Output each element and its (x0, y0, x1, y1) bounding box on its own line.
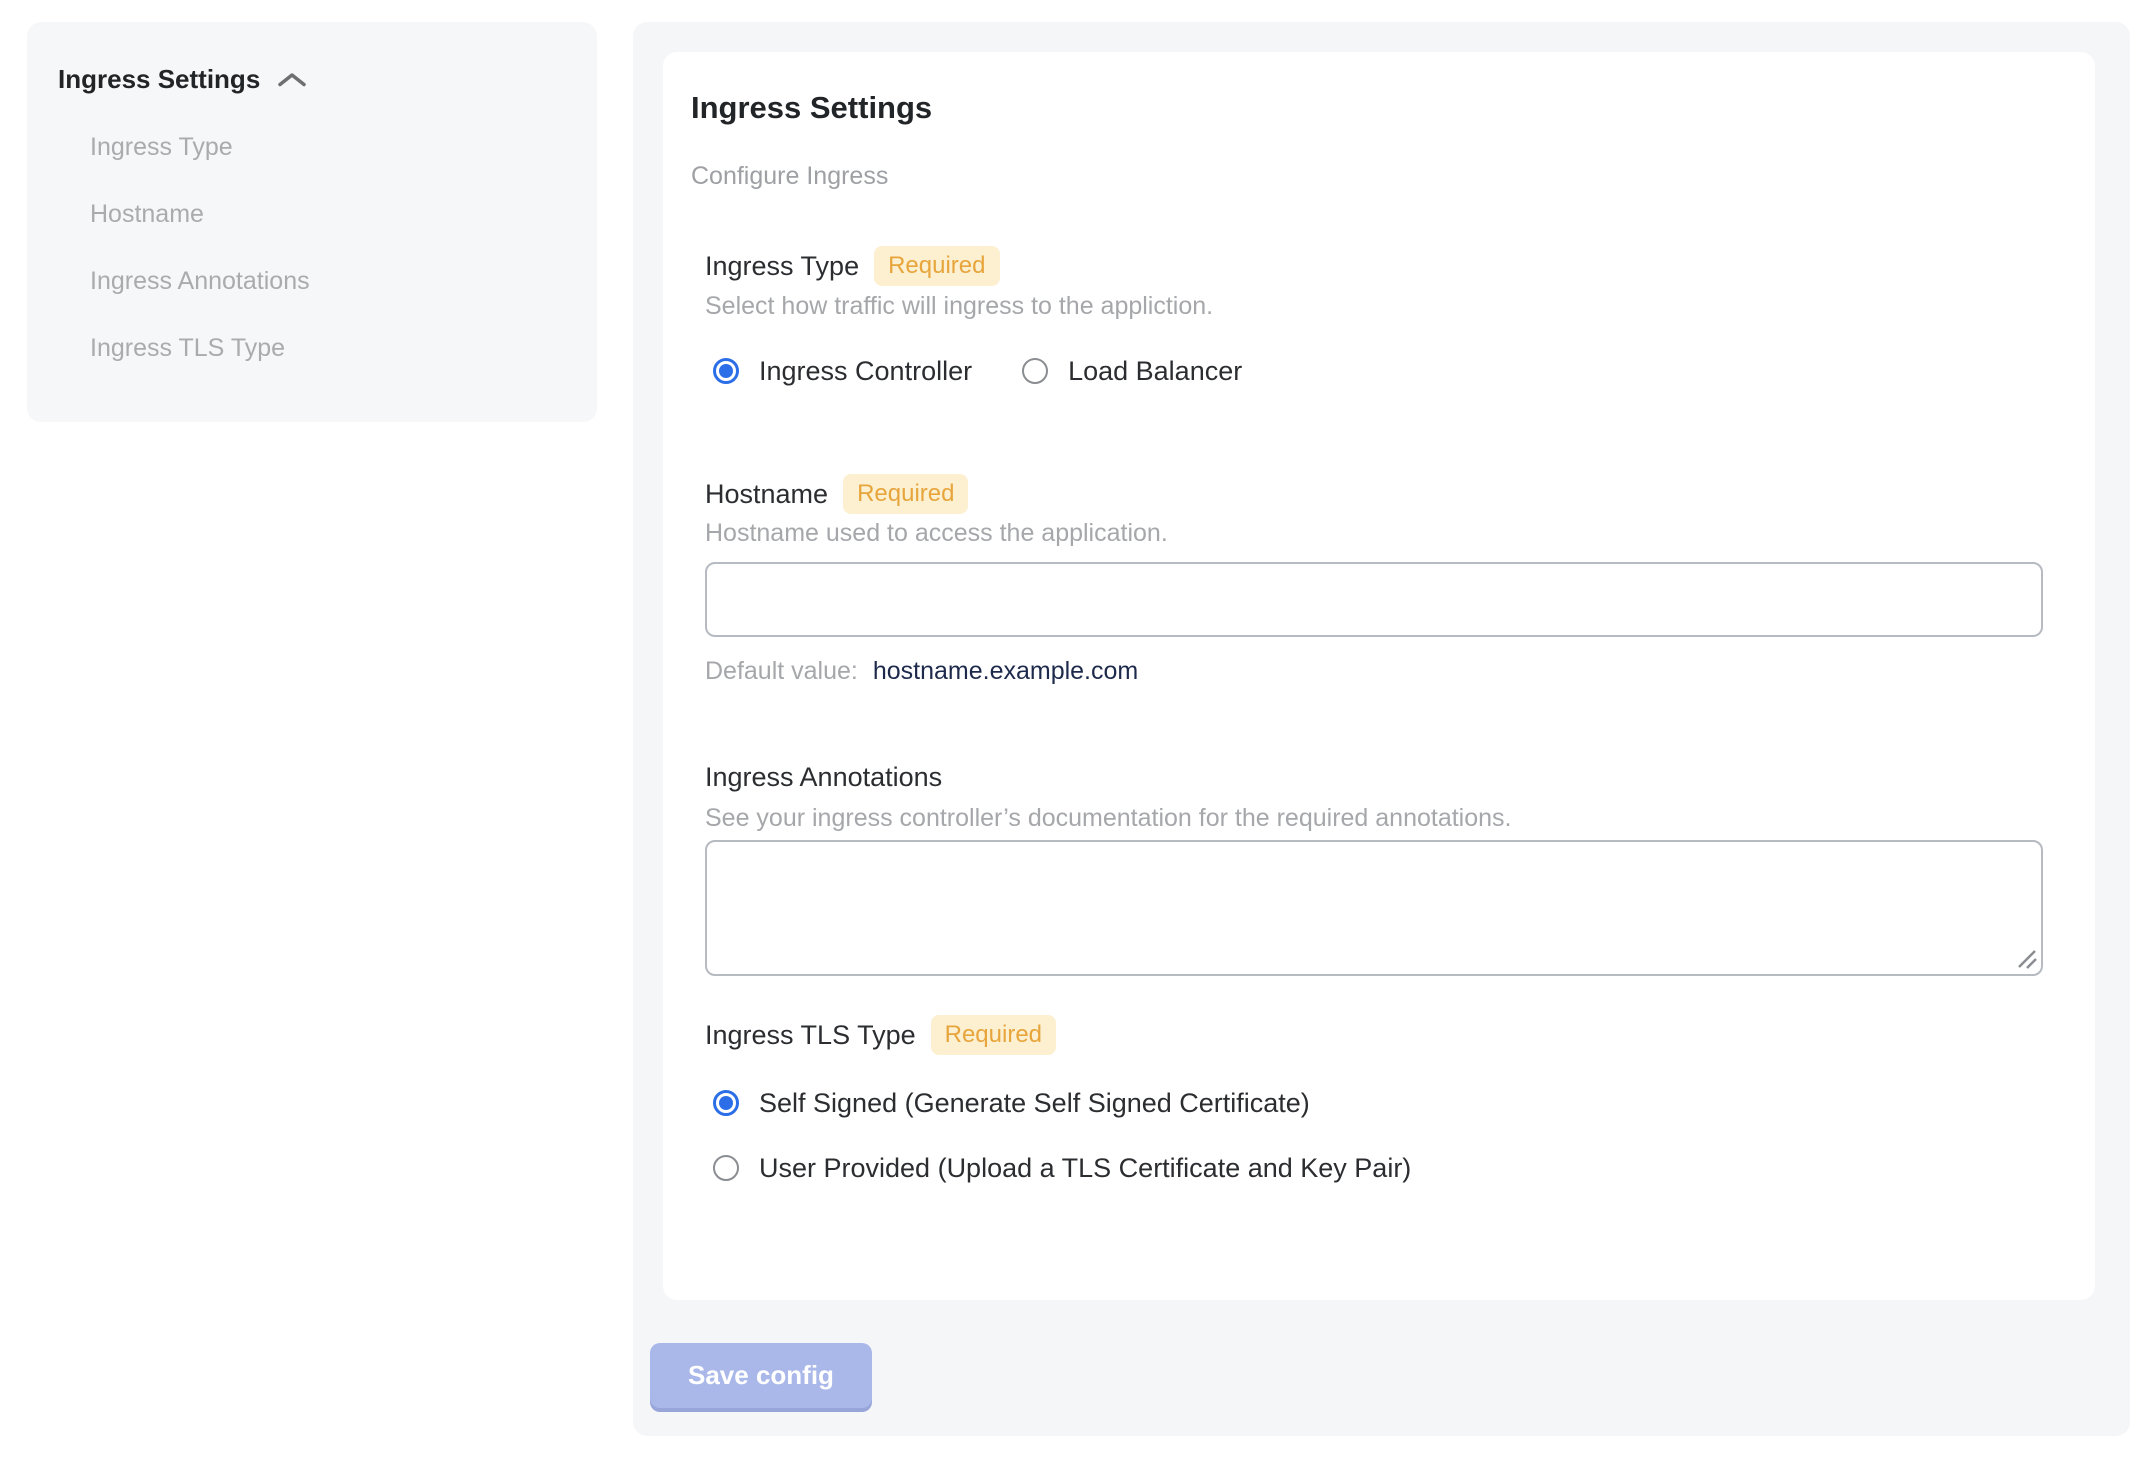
hostname-label: Hostname (705, 478, 829, 509)
page-title: Ingress Settings (691, 90, 933, 125)
ingress-annotations-label: Ingress Annotations (705, 762, 943, 792)
radio-option-self-signed[interactable]: Self Signed (Generate Self Signed Certif… (713, 1087, 1411, 1119)
hostname-input[interactable] (705, 562, 2043, 637)
sidebar-item-list: Ingress Type Hostname Ingress Annotation… (90, 134, 310, 361)
required-badge: Required (930, 1015, 1057, 1055)
radio-option-label: Ingress Controller (759, 356, 973, 386)
main-panel: Ingress Settings Configure Ingress Ingre… (633, 22, 2130, 1436)
settings-card: Ingress Settings Configure Ingress Ingre… (663, 52, 2095, 1300)
save-config-button[interactable]: Save config (650, 1343, 872, 1408)
ingress-type-radio-group: Ingress Controller Load Balancer (713, 355, 1242, 387)
radio-option-user-provided[interactable]: User Provided (Upload a TLS Certificate … (713, 1152, 1411, 1184)
chevron-up-icon (278, 72, 307, 86)
sidebar-item-ingress-annotations[interactable]: Ingress Annotations (90, 268, 310, 294)
required-badge: Required (843, 474, 969, 514)
radio-unselected-icon (713, 1155, 739, 1181)
sidebar-item-hostname[interactable]: Hostname (90, 201, 310, 227)
sidebar: Ingress Settings Ingress Type Hostname I… (27, 22, 597, 422)
radio-option-label: Self Signed (Generate Self Signed Certif… (759, 1088, 1310, 1118)
ingress-type-label-row: Ingress Type Required (705, 246, 1000, 286)
sidebar-group-label: Ingress Settings (58, 64, 261, 94)
ingress-type-label: Ingress Type (705, 250, 860, 281)
radio-option-label: Load Balancer (1068, 356, 1243, 386)
radio-option-ingress-controller[interactable]: Ingress Controller (713, 355, 972, 387)
sidebar-item-ingress-type[interactable]: Ingress Type (90, 134, 310, 160)
ingress-tls-type-label: Ingress TLS Type (705, 1019, 916, 1050)
page-subtitle: Configure Ingress (691, 162, 889, 190)
radio-selected-icon (713, 1090, 739, 1116)
ingress-annotations-description: See your ingress controller’s documentat… (705, 804, 1512, 832)
radio-option-load-balancer[interactable]: Load Balancer (1022, 355, 1242, 387)
default-value-text: hostname.example.com (872, 657, 1139, 685)
sidebar-group-toggle[interactable]: Ingress Settings (58, 64, 308, 95)
default-value-label: Default value: (705, 657, 858, 685)
ingress-annotations-label-row: Ingress Annotations (705, 762, 942, 793)
radio-selected-icon (713, 358, 739, 384)
ingress-annotations-textarea[interactable] (705, 840, 2043, 976)
radio-unselected-icon (1022, 358, 1049, 384)
sidebar-item-ingress-tls-type[interactable]: Ingress TLS Type (90, 335, 310, 361)
radio-option-label: User Provided (Upload a TLS Certificate … (759, 1153, 1412, 1183)
required-badge: Required (874, 246, 1000, 286)
ingress-tls-type-label-row: Ingress TLS Type Required (705, 1015, 1057, 1055)
ingress-tls-radio-group: Self Signed (Generate Self Signed Certif… (713, 1087, 1411, 1184)
ingress-type-description: Select how traffic will ingress to the a… (705, 292, 1214, 320)
hostname-label-row: Hostname Required (705, 474, 969, 514)
hostname-default-line: Default value: hostname.example.com (705, 657, 1138, 686)
hostname-description: Hostname used to access the application. (705, 519, 1168, 547)
